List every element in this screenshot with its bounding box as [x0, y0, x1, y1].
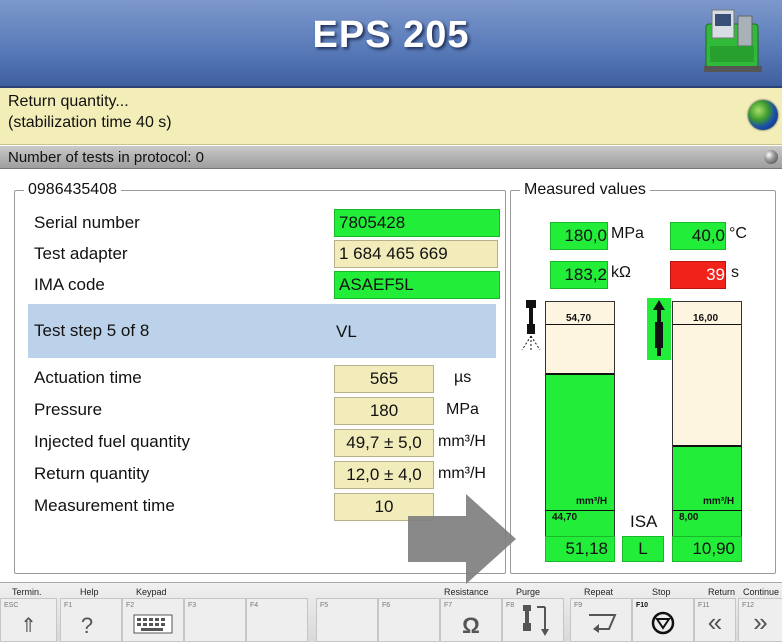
fkey-code: ESC: [4, 602, 19, 609]
fkey-f11-label: Return: [708, 587, 736, 597]
ima-code-label: IMA code: [34, 275, 105, 294]
fkey-f1-label: Help: [80, 587, 99, 597]
status-led-icon: [764, 150, 778, 164]
injector-spray-icon: [521, 300, 541, 352]
fkey-f9-button[interactable]: F9: [570, 598, 632, 642]
upper-limit-label: 16,00: [693, 313, 719, 324]
isa-class-value: L: [622, 536, 664, 562]
upper-limit-label: 54,70: [566, 313, 592, 324]
measured-pressure-unit: MPa: [611, 225, 644, 242]
serial-number-field[interactable]: 7805428: [334, 209, 500, 237]
test-step-value: VL: [336, 322, 357, 341]
fkey-f5-button[interactable]: F5: [316, 598, 378, 642]
fkey-code: F3: [188, 602, 197, 609]
fkey-code: F5: [320, 602, 329, 609]
ima-code-field[interactable]: ASAEF5L: [334, 271, 500, 299]
pressure-unit: MPa: [446, 401, 479, 418]
return-icon: «: [707, 607, 723, 637]
status-message-line1: Return quantity...: [8, 93, 129, 110]
status-message-line2: (stabilization time 40 s): [8, 114, 172, 131]
isa-label: ISA: [630, 512, 658, 531]
fkey-f9-label: Repeat: [584, 587, 614, 597]
injected-fuel-label: Injected fuel quantity: [34, 432, 190, 451]
repeat-icon: [589, 614, 617, 633]
fkey-f8-label: Purge: [516, 587, 541, 597]
part-number: 0986435408: [24, 181, 121, 199]
return-quantity-reading: 10,90: [672, 536, 742, 562]
pointer-arrow-icon: [408, 494, 516, 584]
fkey-f12-label: Continue: [743, 587, 780, 597]
measurement-time-label: Measurement time: [34, 496, 175, 515]
serial-number-label: Serial number: [34, 213, 140, 232]
pressure-label: Pressure: [34, 400, 103, 419]
fkey-f2-button[interactable]: F2: [122, 598, 184, 642]
return-quantity-label: Return quantity: [34, 464, 150, 483]
double-up-arrow-icon: ⇑: [20, 615, 37, 637]
fkey-code: F7: [444, 602, 453, 609]
fkey-code: F2: [126, 602, 135, 609]
measured-time-unit: s: [731, 264, 739, 281]
fkey-f6-button[interactable]: F6: [378, 598, 440, 642]
measured-resistance-unit: kΩ: [611, 264, 631, 281]
injected-fuel-unit: mm³/H: [438, 433, 486, 450]
purge-injector-icon: [523, 605, 549, 636]
gauge-unit: mm³/H: [576, 496, 608, 507]
fkey-f10-button[interactable]: F10: [632, 598, 694, 642]
lower-limit-label: 8,00: [679, 512, 699, 523]
fkey-f8-button[interactable]: F8: [502, 598, 564, 642]
continue-icon: »: [753, 607, 768, 637]
fkey-f7-label: Resistance: [444, 587, 489, 597]
fkey-code: F8: [506, 602, 515, 609]
lower-limit-line: [546, 510, 614, 511]
actuation-time-unit: µs: [454, 369, 472, 386]
test-bench-icon: [704, 9, 762, 72]
fkey-code: F4: [250, 602, 259, 609]
fkey-f3-button[interactable]: F3: [184, 598, 246, 642]
fkey-f12-button[interactable]: F12 »: [738, 598, 782, 642]
fkey-code: F1: [64, 602, 73, 609]
fkey-f10-label: Stop: [652, 587, 671, 597]
pressure-value: 180: [334, 397, 434, 425]
fkey-f7-button[interactable]: F7 Ω: [440, 598, 502, 642]
measured-time-value: 39: [670, 261, 726, 289]
fkey-code: F6: [382, 602, 391, 609]
test-adapter-label: Test adapter: [34, 244, 128, 263]
fkey-f1-button[interactable]: F1 ?: [60, 598, 122, 642]
injection-quantity-reading: 51,18: [545, 536, 615, 562]
return-flow-icon: [647, 298, 671, 360]
return-quantity-value: 12,0 ± 4,0: [334, 461, 434, 489]
ohm-icon: Ω: [462, 613, 480, 638]
fkey-f11-button[interactable]: F11 «: [694, 598, 736, 642]
lower-limit-label: 44,70: [552, 512, 578, 523]
measured-resistance-value: 183,2: [550, 261, 608, 289]
app-title: EPS 205: [312, 14, 470, 56]
injection-quantity-gauge: 54,70 mm³/H 44,70: [545, 301, 615, 537]
question-icon: ?: [80, 613, 94, 638]
fkey-code: F10: [636, 602, 649, 609]
upper-limit-line: [673, 324, 741, 325]
actuation-time-label: Actuation time: [34, 368, 142, 387]
test-adapter-field[interactable]: 1 684 465 669: [334, 240, 498, 268]
measured-pressure-value: 180,0: [550, 222, 608, 250]
measured-temperature-value: 40,0: [670, 222, 726, 250]
fkey-code: F9: [574, 602, 583, 609]
upper-limit-line: [546, 324, 614, 325]
actuation-time-value: 565: [334, 365, 434, 393]
protocol-count: Number of tests in protocol: 0: [8, 149, 204, 166]
return-quantity-unit: mm³/H: [438, 465, 486, 482]
fkey-f4-button[interactable]: F4: [246, 598, 308, 642]
fkey-esc-button[interactable]: ESC ⇑: [0, 598, 57, 642]
injected-fuel-value: 49,7 ± 5,0: [334, 429, 434, 457]
keyboard-icon: [133, 614, 173, 634]
gauge-unit: mm³/H: [703, 496, 735, 507]
stop-icon: [651, 611, 675, 635]
measured-temperature-unit: °C: [729, 225, 747, 242]
return-quantity-gauge: 16,00 mm³/H 8,00: [672, 301, 742, 537]
lower-limit-line: [673, 510, 741, 511]
fkey-esc-label: Termin.: [12, 587, 42, 597]
fkey-f2-label: Keypad: [136, 587, 167, 597]
measured-values-title: Measured values: [520, 181, 650, 199]
test-step-label: Test step 5 of 8: [34, 321, 150, 340]
globe-icon[interactable]: [748, 100, 778, 130]
